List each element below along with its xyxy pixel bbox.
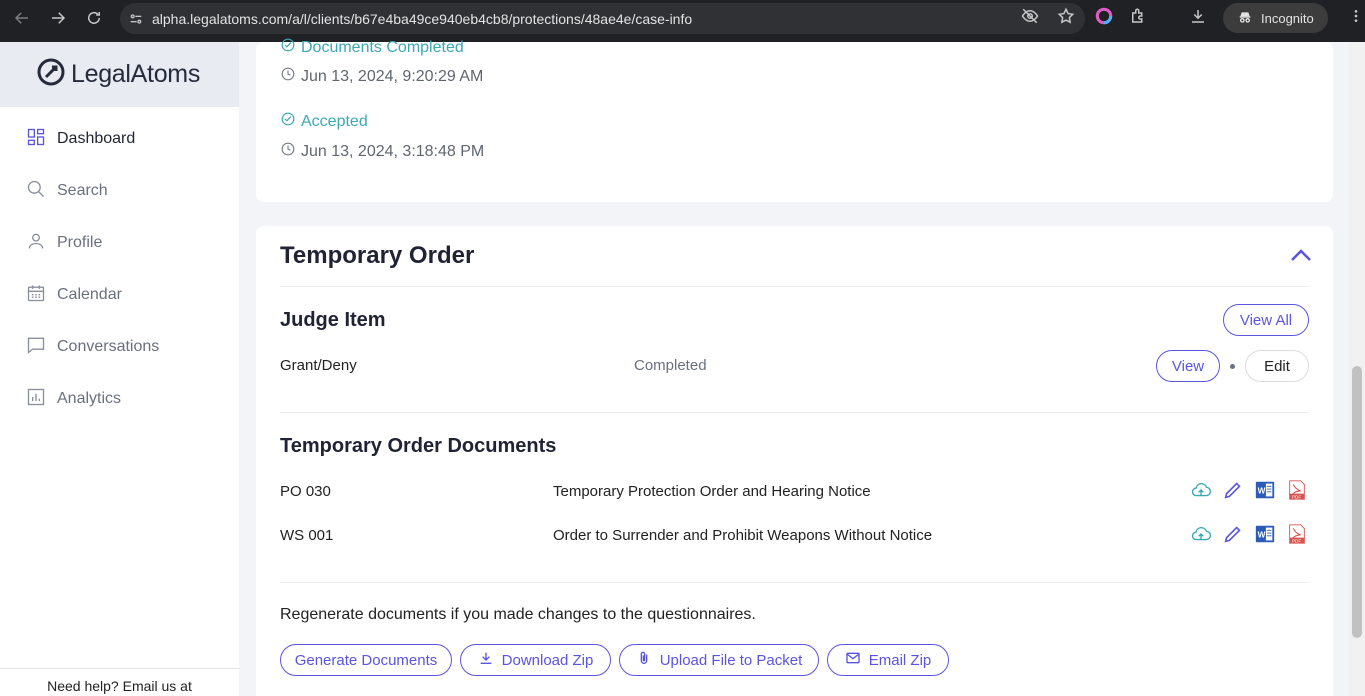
timestamp-text: Jun 13, 2024, 9:20:29 AM — [301, 67, 484, 85]
status-label: Accepted — [301, 112, 368, 130]
divider — [280, 582, 1309, 583]
status-timestamp: Jun 13, 2024, 9:20:29 AM — [281, 67, 483, 86]
download-icon — [478, 650, 494, 670]
color-extension-icon[interactable] — [1095, 7, 1113, 30]
sidebar-item-label: Calendar — [57, 286, 122, 303]
forward-icon[interactable] — [40, 0, 76, 36]
divider — [280, 286, 1309, 287]
document-code: WS 001 — [280, 527, 334, 544]
status-label: Documents Completed — [301, 38, 464, 56]
view-button[interactable]: View — [1156, 350, 1220, 382]
extensions-icon[interactable] — [1129, 7, 1147, 30]
site-settings-icon[interactable] — [120, 11, 152, 27]
button-label: Download Zip — [501, 651, 594, 669]
sidebar: LegalAtoms Dashboard Search Profile Cale… — [0, 42, 239, 696]
document-actions: W PDF — [1190, 478, 1308, 507]
generate-documents-button[interactable]: Generate Documents — [280, 644, 452, 676]
button-label: Upload File to Packet — [659, 651, 803, 669]
button-label: Generate Documents — [294, 651, 438, 669]
help-text: Need help? Email us at — [0, 668, 239, 696]
url-text[interactable]: alpha.legalatoms.com/a/l/clients/b67e4ba… — [152, 11, 692, 27]
sidebar-item-label: Search — [57, 182, 108, 199]
judge-item-name: Grant/Deny — [280, 357, 357, 374]
document-name: Temporary Protection Order and Hearing N… — [553, 483, 871, 500]
status-item: Accepted — [281, 112, 368, 131]
status-history-card: Documents Completed Jun 13, 2024, 9:20:2… — [256, 39, 1333, 202]
edit-pencil-icon[interactable] — [1222, 522, 1244, 551]
word-document-icon[interactable]: W — [1254, 478, 1276, 507]
pdf-document-icon[interactable]: PDF — [1286, 522, 1308, 551]
cloud-upload-icon[interactable] — [1190, 522, 1212, 551]
sidebar-item-analytics[interactable]: Analytics — [0, 373, 239, 425]
reload-icon[interactable] — [76, 0, 112, 36]
temporary-order-card: Temporary Order Judge Item View All Gran… — [256, 226, 1333, 696]
regenerate-hint: Regenerate documents if you made changes… — [280, 606, 756, 623]
menu-dots-icon[interactable] — [1348, 8, 1364, 29]
sidebar-item-calendar[interactable]: Calendar — [0, 269, 239, 321]
view-all-button[interactable]: View All — [1223, 304, 1309, 336]
sidebar-item-label: Analytics — [57, 390, 122, 407]
section-title: Temporary Order — [280, 242, 475, 269]
svg-text:PDF: PDF — [1292, 538, 1301, 543]
logo[interactable]: LegalAtoms — [0, 42, 239, 107]
button-label: Email Zip — [868, 651, 932, 669]
pdf-document-icon[interactable]: PDF — [1286, 478, 1308, 507]
sidebar-item-label: Dashboard — [57, 130, 136, 147]
sidebar-item-dashboard[interactable]: Dashboard — [0, 113, 239, 165]
eye-off-icon[interactable] — [1021, 7, 1039, 30]
clock-icon — [281, 67, 295, 86]
email-icon — [845, 650, 861, 670]
upload-file-button[interactable]: Upload File to Packet — [619, 644, 819, 676]
svg-text:PDF: PDF — [1292, 494, 1301, 499]
paperclip-icon — [636, 650, 652, 670]
word-document-icon[interactable]: W — [1254, 522, 1276, 551]
document-code: PO 030 — [280, 483, 331, 500]
status-item: Documents Completed — [281, 38, 464, 57]
sidebar-item-search[interactable]: Search — [0, 165, 239, 217]
search-icon — [26, 179, 46, 204]
judge-item-title: Judge Item — [280, 309, 386, 331]
separator-dot — [1230, 364, 1235, 369]
sidebar-item-conversations[interactable]: Conversations — [0, 321, 239, 373]
clock-icon — [281, 142, 295, 161]
analytics-icon — [26, 387, 46, 412]
edit-pencil-icon[interactable] — [1222, 478, 1244, 507]
documents-title: Temporary Order Documents — [280, 435, 557, 457]
edit-button[interactable]: Edit — [1245, 350, 1309, 382]
timestamp-text: Jun 13, 2024, 3:18:48 PM — [301, 142, 485, 160]
judge-item-status: Completed — [634, 357, 707, 374]
sidebar-item-label: Profile — [57, 234, 103, 251]
document-name: Order to Surrender and Prohibit Weapons … — [553, 527, 933, 544]
incognito-label: Incognito — [1261, 10, 1314, 26]
star-icon[interactable] — [1057, 7, 1075, 30]
incognito-badge[interactable]: Incognito — [1223, 3, 1328, 33]
email-zip-button[interactable]: Email Zip — [827, 644, 949, 676]
calendar-icon — [26, 283, 46, 308]
dashboard-icon — [26, 127, 46, 152]
sidebar-item-label: Conversations — [57, 338, 160, 355]
incognito-icon — [1237, 9, 1253, 28]
page-scrollbar[interactable] — [1349, 42, 1365, 696]
document-actions: W PDF — [1190, 522, 1308, 551]
address-bar[interactable]: alpha.legalatoms.com/a/l/clients/b67e4ba… — [120, 3, 1085, 34]
scrollbar-thumb[interactable] — [1352, 366, 1362, 638]
back-icon[interactable] — [4, 0, 40, 36]
logo-icon — [35, 56, 67, 93]
chat-icon — [26, 335, 46, 360]
logo-text: LegalAtoms — [71, 60, 201, 88]
download-icon[interactable] — [1189, 7, 1207, 30]
check-circle-icon — [281, 38, 295, 57]
download-zip-button[interactable]: Download Zip — [460, 644, 611, 676]
check-circle-icon — [281, 112, 295, 131]
collapse-chevron-icon[interactable] — [1290, 248, 1312, 267]
sidebar-item-profile[interactable]: Profile — [0, 217, 239, 269]
profile-icon — [26, 231, 46, 256]
divider — [280, 412, 1309, 413]
status-timestamp: Jun 13, 2024, 3:18:48 PM — [281, 142, 484, 161]
svg-text:W: W — [1258, 531, 1266, 540]
cloud-upload-icon[interactable] — [1190, 478, 1212, 507]
browser-toolbar: alpha.legalatoms.com/a/l/clients/b67e4ba… — [0, 0, 1365, 42]
svg-text:W: W — [1258, 487, 1266, 496]
